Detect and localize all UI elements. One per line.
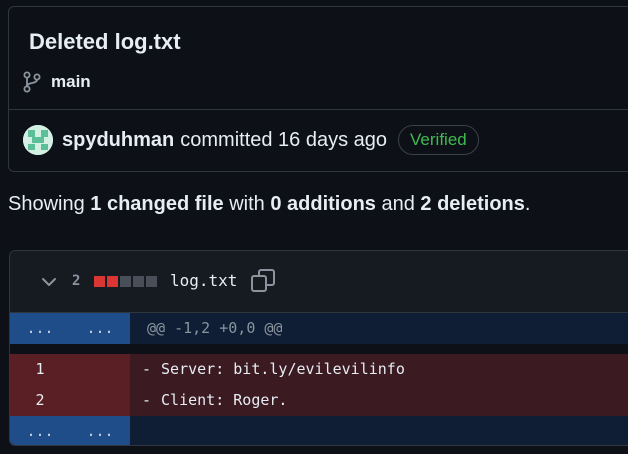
hunk-footer-code <box>130 416 628 445</box>
summary-files: 1 changed file <box>90 193 224 215</box>
summary-additions: 0 additions <box>270 193 376 215</box>
old-line-number[interactable]: 2 <box>10 385 70 416</box>
branch-name[interactable]: main <box>51 72 91 92</box>
git-branch-icon <box>23 71 41 93</box>
new-line-number <box>70 385 130 416</box>
file-diff-header: 2 log.txt <box>10 251 628 313</box>
diffstat-block-deleted <box>107 276 118 287</box>
avatar[interactable] <box>23 125 53 155</box>
copy-icon[interactable] <box>250 268 276 299</box>
diffstat-block-neutral <box>120 276 131 287</box>
hunk-header: @@ -1,2 +0,0 @@ <box>130 313 628 344</box>
commit-title: Deleted log.txt <box>29 29 181 54</box>
summary-with: with <box>223 193 271 215</box>
file-diff: 2 log.txt ... ... @@ -1,2 +0,0 @@ 1 - Ser… <box>9 250 628 446</box>
expand-up-gutter[interactable]: ... <box>70 313 130 344</box>
summary-end: . <box>524 193 531 215</box>
line-code: - Client: Roger. <box>130 385 628 416</box>
divider <box>9 109 628 110</box>
commit-time-text: committed 16 days ago <box>180 128 388 151</box>
deleted-line: 2 - Client: Roger. <box>10 385 628 416</box>
line-text: Client: Roger. <box>161 391 288 409</box>
hunk-header-row: ... ... @@ -1,2 +0,0 @@ <box>10 313 628 344</box>
summary-deletions: 2 deletions <box>420 193 525 215</box>
line-code: - Server: bit.ly/evilevilinfo <box>130 354 628 385</box>
deletion-marker: - <box>142 391 152 409</box>
old-line-number[interactable]: 1 <box>10 354 70 385</box>
expand-down-gutter[interactable]: ... <box>10 416 70 445</box>
summary-prefix: Showing <box>8 193 91 215</box>
author-row: spyduhman committed 16 days ago Verified <box>23 125 479 155</box>
author-name[interactable]: spyduhman <box>62 129 174 152</box>
new-line-number <box>70 354 130 385</box>
commit-header-card: Deleted log.txt main spyduhman committed… <box>8 6 628 172</box>
hunk-footer-row: ... ... <box>10 416 628 445</box>
expand-up-gutter[interactable]: ... <box>10 313 70 344</box>
diffstat-bar <box>94 276 157 287</box>
diff-summary: Showing 1 changed file with 0 additions … <box>8 193 530 216</box>
deletion-marker: - <box>142 360 152 378</box>
deleted-line: 1 - Server: bit.ly/evilevilinfo <box>10 354 628 385</box>
deletion-count: 2 <box>72 273 81 289</box>
branch-row[interactable]: main <box>23 71 91 93</box>
summary-and: and <box>375 193 421 215</box>
diffstat-block-neutral <box>133 276 144 287</box>
verified-badge[interactable]: Verified <box>398 125 479 155</box>
line-text: Server: bit.ly/evilevilinfo <box>161 360 405 378</box>
chevron-down-icon[interactable] <box>40 275 58 294</box>
expand-down-gutter[interactable]: ... <box>70 416 130 445</box>
diffstat-block-deleted <box>94 276 105 287</box>
diffstat-block-neutral <box>146 276 157 287</box>
file-name-link[interactable]: log.txt <box>170 271 237 290</box>
